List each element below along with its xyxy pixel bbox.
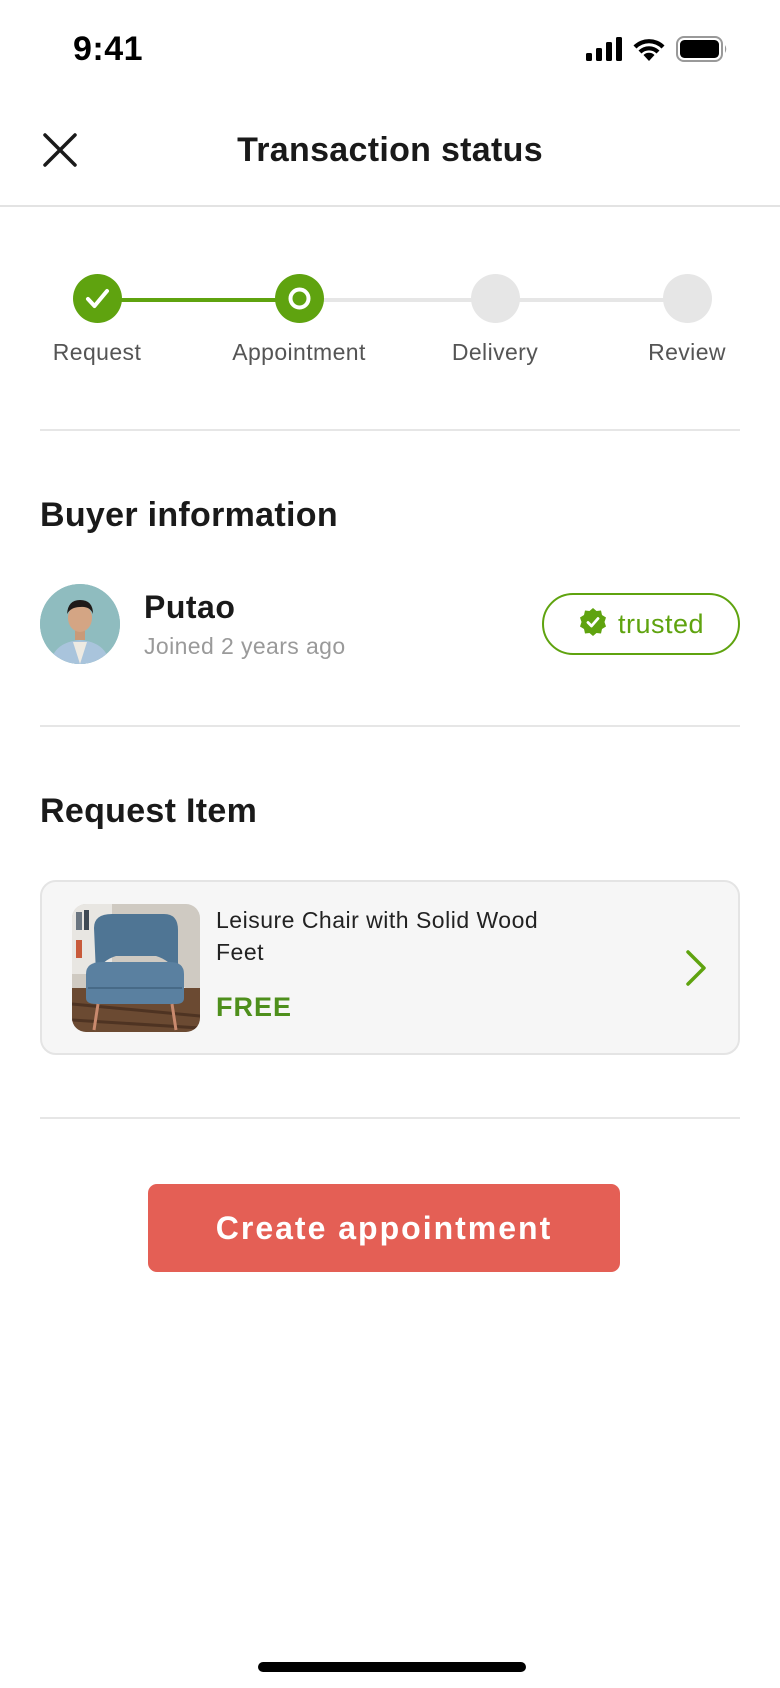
trusted-badge: trusted <box>542 593 740 655</box>
status-bar-icons <box>586 35 728 67</box>
battery-icon <box>676 35 728 67</box>
wifi-icon <box>632 37 666 66</box>
section-divider <box>40 1117 740 1119</box>
trusted-label: trusted <box>617 608 705 639</box>
cellular-signal-icon <box>586 36 622 66</box>
step-label: Delivery <box>451 339 539 365</box>
item-thumbnail <box>72 904 200 1032</box>
page-title: Transaction status <box>237 131 543 169</box>
buyer-avatar[interactable] <box>40 584 120 664</box>
step-appointment: Appointment <box>229 274 369 366</box>
section-divider <box>40 429 740 431</box>
buyer-joined-date: Joined 2 years ago <box>144 633 346 659</box>
item-price: FREE <box>216 992 293 1022</box>
step-delivery: Delivery <box>425 274 565 366</box>
buyer-name: Putao <box>144 589 236 625</box>
step-label: Request <box>52 339 142 365</box>
verified-badge-icon <box>578 607 608 642</box>
request-item-section-title: Request Item <box>40 792 258 830</box>
item-title: Leisure Chair with Solid Wood Feet <box>216 907 539 965</box>
chevron-right-icon[interactable] <box>683 948 709 988</box>
step-done-indicator <box>72 274 122 323</box>
step-current-indicator <box>274 274 324 323</box>
step-pending-indicator <box>470 274 520 323</box>
create-appointment-button[interactable]: Create appointment <box>148 1184 620 1272</box>
progress-stepper: Request Appointment Delivery Review <box>0 274 780 384</box>
buyer-section-title: Buyer information <box>40 496 338 534</box>
step-review: Review <box>617 274 757 366</box>
step-pending-indicator <box>662 274 712 323</box>
step-request: Request <box>27 274 167 366</box>
status-bar-time: 9:41 <box>73 30 144 68</box>
step-label: Appointment <box>232 339 366 365</box>
header-divider <box>0 205 780 207</box>
home-indicator[interactable] <box>258 1662 526 1672</box>
step-label: Review <box>648 339 726 365</box>
section-divider <box>40 725 740 727</box>
